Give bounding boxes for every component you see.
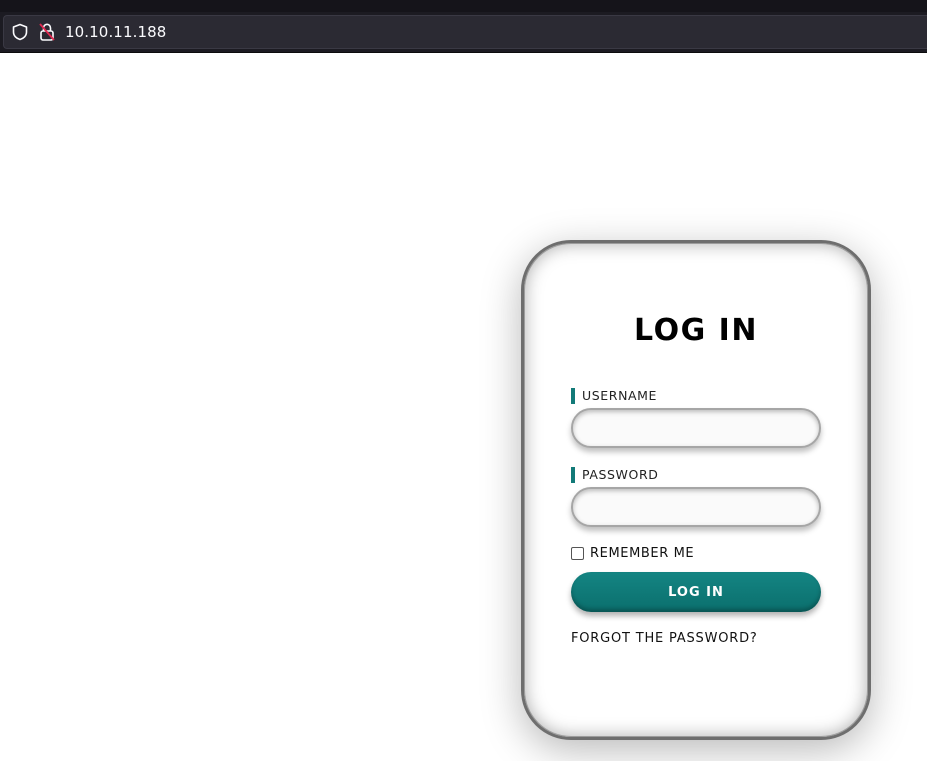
password-input[interactable] (571, 487, 821, 527)
remember-me-row[interactable]: REMEMBER ME (571, 544, 694, 562)
forgot-password-link[interactable]: FORGOT THE PASSWORD? (571, 631, 758, 646)
password-label: PASSWORD (571, 467, 658, 483)
remember-me-label[interactable]: REMEMBER ME (590, 546, 694, 561)
insecure-lock-icon[interactable] (38, 22, 56, 42)
login-button[interactable]: LOG IN (571, 572, 821, 612)
toolbar-divider (0, 52, 927, 53)
tab-strip (0, 0, 927, 12)
remember-me-checkbox[interactable] (571, 546, 584, 560)
username-label: USERNAME (571, 388, 657, 404)
address-bar[interactable]: 10.10.11.188 (3, 15, 927, 49)
username-input[interactable] (571, 408, 821, 448)
login-card: LOG IN USERNAME PASSWORD REMEMBER ME LOG… (521, 240, 871, 740)
page-title: LOG IN (634, 313, 758, 348)
url-text[interactable]: 10.10.11.188 (65, 23, 166, 41)
shield-icon[interactable] (11, 23, 29, 41)
browser-toolbar: 10.10.11.188 (0, 0, 927, 53)
